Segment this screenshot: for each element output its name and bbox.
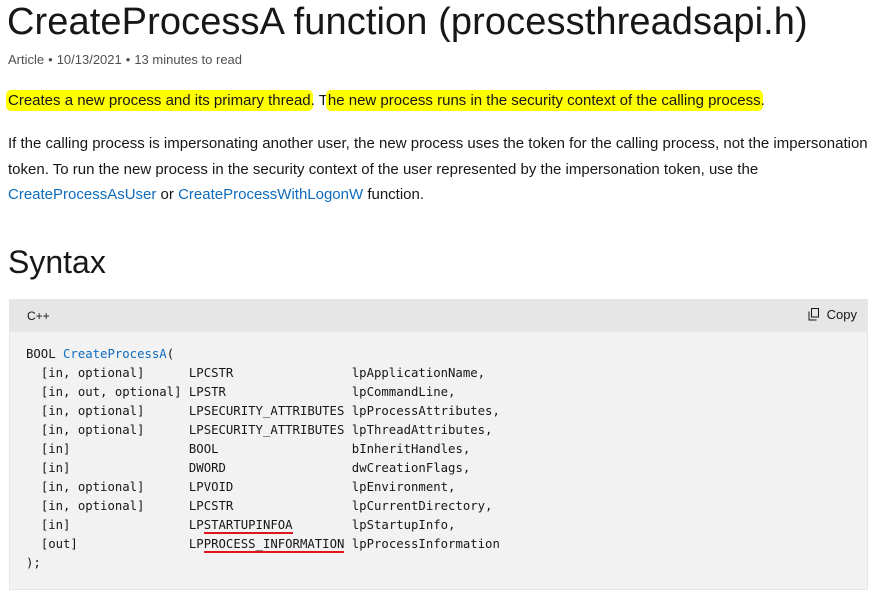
param-annotation: [in, optional] — [40, 423, 145, 437]
parameter-list: [in, optional] LPCSTR lpApplicationName,… — [26, 366, 500, 553]
article-read-time: 13 minutes to read — [134, 52, 243, 67]
meta-separator: • — [125, 52, 131, 67]
param-name: dwCreationFlags, — [351, 461, 471, 475]
param-annotation: [in, optional] — [40, 366, 145, 380]
code-block: C++ Copy BOOL CreateProcessA( [in, optio… — [9, 299, 868, 590]
param-name: lpProcessAttributes, — [351, 404, 500, 418]
code-param-line: [in, optional] LPSECURITY_ATTRIBUTES lpP… — [26, 404, 500, 418]
param-annotation: [in, optional] — [40, 499, 145, 513]
code-header: C++ Copy — [10, 300, 867, 332]
code-param-line: [in] LPSTARTUPINFOA lpStartupInfo, — [26, 518, 455, 534]
article-page: CreateProcessA function (processthreadsa… — [0, 0, 875, 599]
code-line: BOOL CreateProcessA( — [26, 347, 175, 361]
paragraph-text: function. — [363, 186, 425, 203]
article-date: 10/13/2021 — [56, 52, 122, 67]
copy-label: Copy — [826, 307, 857, 322]
code-param-line: [out] LPPROCESS_INFORMATION lpProcessInf… — [26, 537, 500, 553]
intro-paragraph: Creates a new process and its primary th… — [8, 88, 868, 114]
param-type: LPCSTR — [188, 366, 234, 380]
code-param-line: [in, optional] LPCSTR lpCurrentDirectory… — [26, 499, 493, 513]
code-param-line: [in] DWORD dwCreationFlags, — [26, 461, 470, 475]
param-type: BOOL — [188, 442, 219, 456]
meta-separator: • — [48, 52, 53, 67]
param-type: LPVOID — [188, 480, 234, 494]
param-type: LPSTARTUPINFOA — [188, 518, 293, 534]
function-name: CreateProcessA — [63, 347, 167, 361]
code-language-label: C++ — [27, 309, 50, 323]
code-param-line: [in, optional] LPSECURITY_ATTRIBUTES lpT… — [26, 423, 493, 437]
param-name: lpStartupInfo, — [351, 518, 456, 532]
article-type: Article — [8, 52, 45, 67]
param-type: LPCSTR — [188, 499, 234, 513]
param-annotation: [in] — [40, 442, 71, 456]
param-type: LPSECURITY_ATTRIBUTES — [188, 423, 345, 437]
impersonation-paragraph: If the calling process is impersonating … — [8, 131, 868, 208]
param-name: lpApplicationName, — [351, 366, 486, 380]
param-type: LPSTR — [188, 385, 226, 399]
param-type: LPSECURITY_ATTRIBUTES — [188, 404, 345, 418]
paragraph-text: If the calling process is impersonating … — [8, 135, 868, 178]
param-annotation: [in] — [40, 518, 71, 532]
param-type: LPPROCESS_INFORMATION — [188, 537, 345, 553]
param-annotation: [in, optional] — [40, 404, 145, 418]
param-annotation: [in] — [40, 461, 71, 475]
underlined-type: PROCESS_INFORMATION — [203, 537, 345, 553]
param-name: bInheritHandles, — [351, 442, 471, 456]
syntax-heading: Syntax — [8, 244, 106, 280]
code-param-line: [in] BOOL bInheritHandles, — [26, 442, 470, 456]
copy-icon — [808, 308, 821, 321]
link-createprocesswithlogonw[interactable]: CreateProcessWithLogonW — [178, 186, 363, 203]
intro-text: . — [760, 92, 765, 109]
code-line: ); — [26, 556, 41, 570]
highlighted-text: he new process runs in the security cont… — [327, 92, 761, 109]
page-title: CreateProcessA function (processthreadsa… — [7, 1, 808, 43]
link-createprocessasuser[interactable]: CreateProcessAsUser — [8, 186, 156, 203]
code-param-line: [in, optional] LPCSTR lpApplicationName, — [26, 366, 485, 380]
param-type: DWORD — [188, 461, 226, 475]
param-annotation: [out] — [40, 537, 78, 551]
highlighted-text: Creates a new process and its primary th… — [8, 92, 311, 109]
param-name: lpCommandLine, — [351, 385, 456, 399]
param-annotation: [in, optional] — [40, 480, 145, 494]
underlined-type: STARTUPINFOA — [203, 518, 293, 534]
param-name: lpThreadAttributes, — [351, 423, 493, 437]
code-param-line: [in, optional] LPVOID lpEnvironment, — [26, 480, 456, 494]
paragraph-text: or — [156, 186, 179, 203]
param-name: lpCurrentDirectory, — [351, 499, 493, 513]
param-name: lpEnvironment, — [351, 480, 456, 494]
article-meta: Article • 10/13/2021 • 13 minutes to read — [8, 52, 242, 67]
code-param-line: [in, out, optional] LPSTR lpCommandLine, — [26, 385, 456, 399]
code-content: BOOL CreateProcessA( [in, optional] LPCS… — [26, 345, 500, 573]
intro-text: . T — [310, 92, 328, 109]
param-name: lpProcessInformation — [351, 537, 500, 551]
param-annotation: [in, out, optional] — [40, 385, 182, 399]
copy-button[interactable]: Copy — [808, 307, 857, 322]
